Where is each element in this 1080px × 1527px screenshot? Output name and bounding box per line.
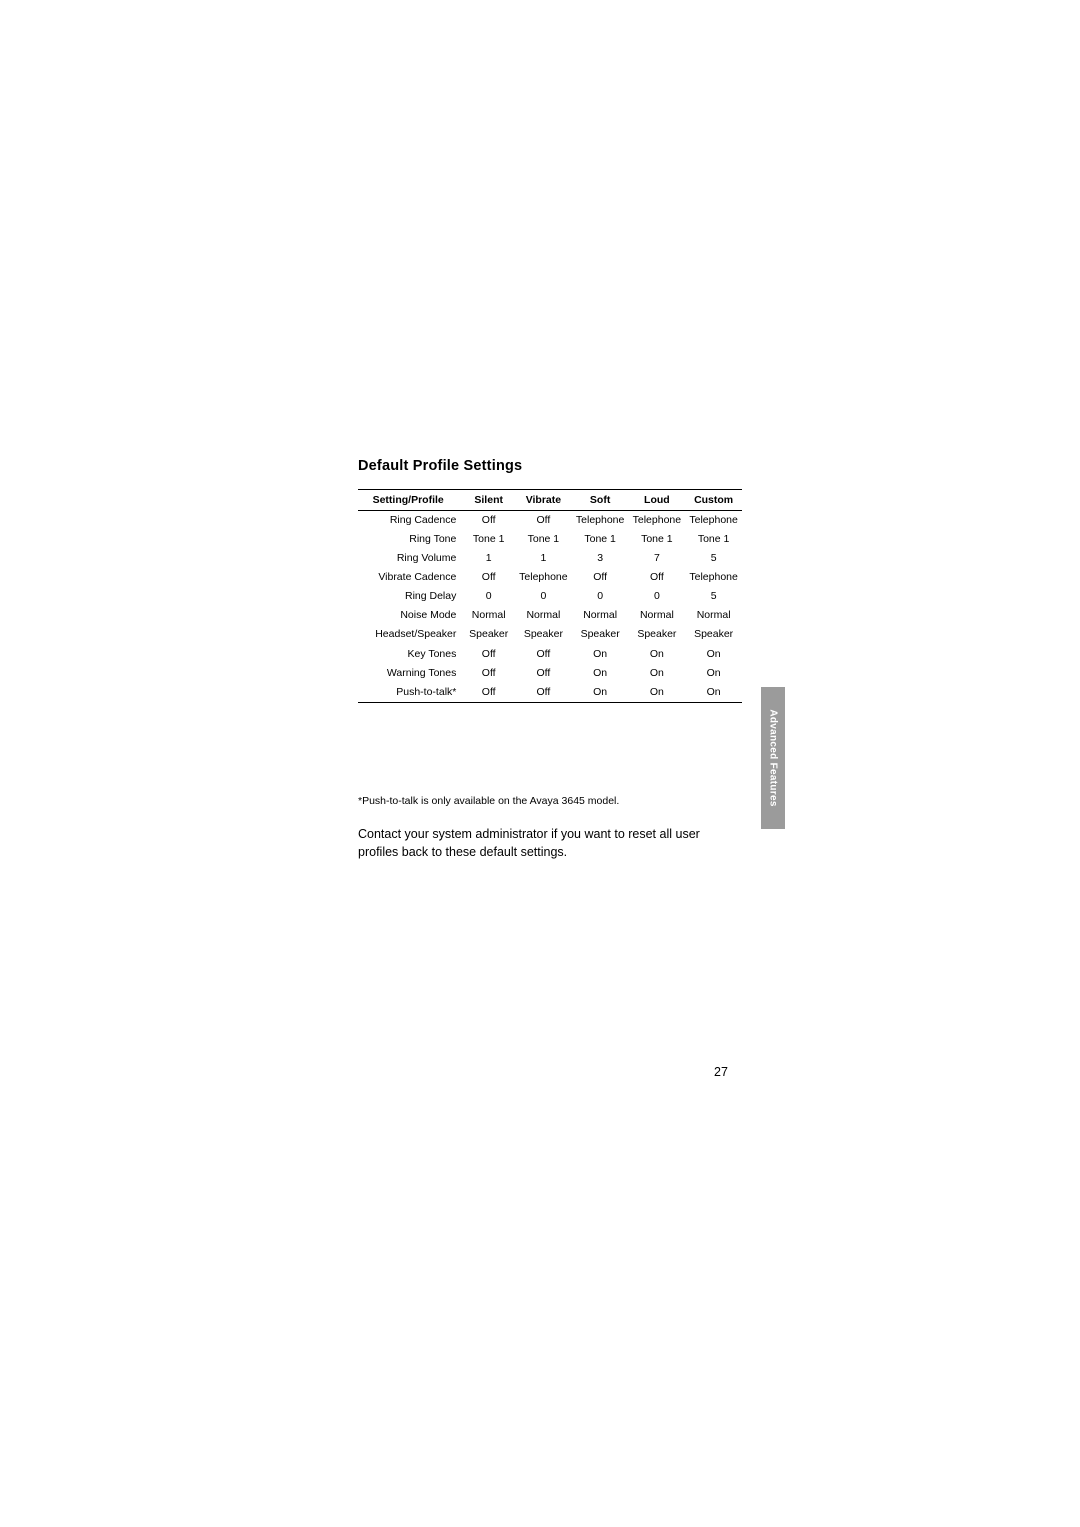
cell-custom: 5 — [710, 552, 717, 565]
row-label: Ring Volume — [396, 552, 457, 565]
default-profile-settings-table: Setting/Profile Silent Vibrate Soft Loud… — [358, 488, 742, 703]
page-number: 27 — [714, 1065, 728, 1079]
cell-loud: 7 — [653, 552, 660, 565]
cell-soft: On — [571, 682, 629, 703]
cell-soft: On — [593, 647, 608, 660]
table-header-row: Setting/Profile Silent Vibrate Soft Loud… — [358, 488, 742, 512]
body-paragraph: Contact your system administrator if you… — [358, 827, 700, 859]
cell-silent: Normal — [471, 609, 506, 622]
cell-vibrate: Off — [536, 666, 551, 679]
cell-custom: Telephone — [689, 571, 738, 584]
cell-silent: Off — [462, 682, 516, 703]
cell-vibrate: 1 — [540, 552, 547, 565]
row-label: Ring Cadence — [389, 514, 457, 527]
cell-silent: Off — [481, 647, 496, 660]
table-row: Noise Mode Normal Normal Normal Normal N… — [358, 606, 742, 625]
table-row: Vibrate Cadence Off Telephone Off Off Te… — [358, 568, 742, 587]
table-row: Ring Cadence Off Off Telephone Telephone… — [358, 511, 742, 531]
cell-soft: 0 — [597, 590, 604, 603]
cell-silent: Speaker — [469, 628, 509, 641]
cell-silent: 0 — [485, 590, 492, 603]
cell-soft: Normal — [583, 609, 618, 622]
cell-loud: Normal — [639, 609, 674, 622]
table-row: Key Tones Off Off On On On — [358, 645, 742, 664]
column-header-silent: Silent — [462, 488, 516, 512]
cell-loud: On — [649, 647, 664, 660]
cell-loud: 0 — [653, 590, 660, 603]
row-label: Ring Delay — [405, 590, 457, 603]
cell-soft: 3 — [597, 552, 604, 565]
table-row: Headset/Speaker Speaker Speaker Speaker … — [358, 625, 742, 644]
cell-silent: Off — [481, 514, 496, 527]
cell-loud: Off — [649, 571, 664, 584]
section-side-tab: Advanced Features — [761, 687, 785, 829]
column-header-custom: Custom — [685, 488, 742, 512]
cell-vibrate: Off — [536, 647, 551, 660]
cell-loud: Speaker — [637, 628, 677, 641]
cell-custom: On — [706, 647, 721, 660]
section-side-tab-label: Advanced Features — [767, 709, 779, 807]
cell-custom: Normal — [696, 609, 731, 622]
cell-loud: On — [649, 666, 664, 679]
cell-custom: On — [706, 666, 721, 679]
cell-silent: Tone 1 — [472, 533, 505, 546]
row-label: Ring Tone — [409, 533, 457, 546]
cell-custom: Telephone — [689, 514, 738, 527]
cell-vibrate: 0 — [540, 590, 547, 603]
column-header-soft: Soft — [571, 488, 629, 512]
cell-vibrate: Speaker — [523, 628, 563, 641]
cell-vibrate: Off — [515, 682, 572, 703]
cell-vibrate: Off — [536, 514, 551, 527]
cell-silent: Off — [481, 571, 496, 584]
cell-silent: Off — [481, 666, 496, 679]
cell-soft: Telephone — [575, 514, 625, 527]
cell-loud: On — [628, 682, 686, 703]
cell-vibrate: Normal — [526, 609, 561, 622]
row-label: Warning Tones — [386, 666, 457, 679]
cell-custom: 5 — [710, 590, 717, 603]
row-label: Noise Mode — [400, 609, 457, 622]
table-footnote: *Push-to-talk is only available on the A… — [358, 795, 620, 807]
column-header-vibrate: Vibrate — [515, 488, 572, 512]
cell-custom: Speaker — [694, 628, 734, 641]
row-label: Push-to-talk* — [358, 682, 463, 703]
row-label: Vibrate Cadence — [378, 571, 457, 584]
column-header-setting-profile: Setting/Profile — [358, 488, 463, 512]
cell-soft: Off — [593, 571, 608, 584]
cell-custom: On — [685, 682, 742, 703]
cell-loud: Telephone — [632, 514, 682, 527]
row-label: Key Tones — [407, 647, 457, 660]
table-row: Ring Volume 1 1 3 7 5 — [358, 549, 742, 568]
table-body: Ring Cadence Off Off Telephone Telephone… — [358, 511, 742, 703]
cell-loud: Tone 1 — [641, 533, 673, 546]
document-page: Default Profile Settings Setting/Profile… — [0, 0, 1080, 1527]
page-title: Default Profile Settings — [358, 458, 523, 474]
row-label: Headset/Speaker — [375, 628, 457, 641]
cell-soft: On — [593, 666, 608, 679]
table-row: Warning Tones Off Off On On On — [358, 664, 742, 683]
cell-silent: 1 — [485, 552, 492, 565]
cell-custom: Tone 1 — [697, 533, 730, 546]
cell-vibrate: Telephone — [519, 571, 568, 584]
cell-soft: Tone 1 — [584, 533, 616, 546]
table-row: Ring Tone Tone 1 Tone 1 Tone 1 Tone 1 To… — [358, 530, 742, 549]
column-header-loud: Loud — [628, 488, 686, 512]
cell-vibrate: Tone 1 — [527, 533, 560, 546]
table-row: Ring Delay 0 0 0 0 5 — [358, 587, 742, 606]
table-row: Push-to-talk* Off Off On On On — [358, 682, 742, 703]
table-header: Setting/Profile Silent Vibrate Soft Loud… — [358, 488, 742, 512]
cell-soft: Speaker — [580, 628, 620, 641]
